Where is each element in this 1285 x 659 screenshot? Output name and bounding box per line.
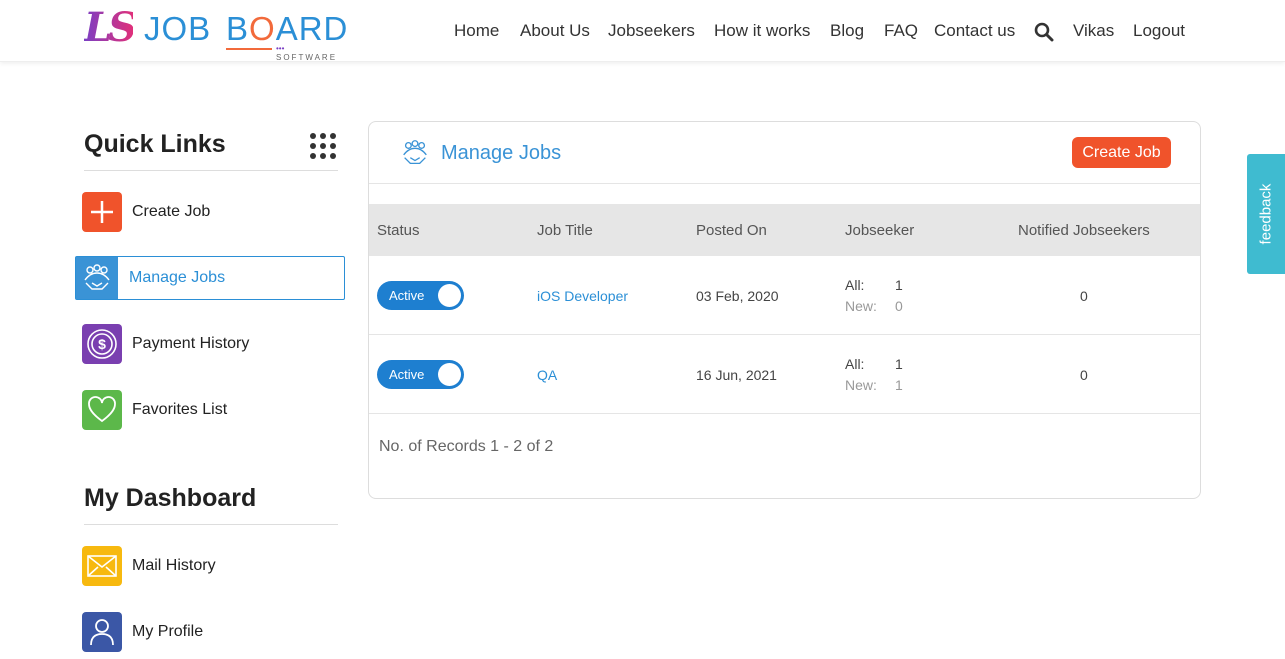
sidebar-item-label: Favorites List [132, 401, 228, 418]
logo-software-text: ••• SOFTWARE [276, 44, 338, 62]
sidebar-item-my-profile[interactable]: My Profile [82, 612, 342, 652]
team-handshake-icon [403, 140, 427, 165]
toggle-knob [438, 284, 461, 307]
jobseeker-all-label: All: [845, 356, 865, 372]
envelope-icon [82, 546, 122, 586]
sidebar-item-favorites-list[interactable]: Favorites List [82, 390, 342, 430]
jobseeker-new-count[interactable]: 0 [895, 298, 903, 314]
status-toggle-label: Active [389, 367, 425, 382]
column-header-status: Status [377, 222, 420, 239]
table-row: Active iOS Developer 03 Feb, 2020 All: 1… [369, 256, 1200, 335]
panel-header: Manage Jobs Create Job [369, 122, 1200, 184]
notified-count: 0 [1080, 367, 1088, 383]
column-header-notified-jobseekers: Notified Jobseekers [1018, 222, 1150, 239]
user-icon [82, 612, 122, 652]
jobseeker-all-label: All: [845, 277, 865, 293]
sidebar-item-label: Payment History [132, 335, 250, 352]
job-title-link[interactable]: QA [537, 367, 557, 383]
column-header-job-title: Job Title [537, 222, 593, 239]
main-nav: Home About Us Jobseekers How it works Bl… [0, 21, 1285, 43]
dashboard-divider [84, 524, 338, 525]
status-toggle[interactable]: Active [377, 360, 464, 389]
records-count: No. of Records 1 - 2 of 2 [379, 438, 554, 455]
sidebar-item-label: My Profile [132, 623, 204, 640]
column-header-jobseeker: Jobseeker [845, 222, 915, 239]
table-row: Active QA 16 Jun, 2021 All: 1 New: 1 0 [369, 335, 1200, 414]
sidebar-item-payment-history[interactable]: $ Payment History [82, 324, 342, 364]
search-icon[interactable] [1034, 22, 1054, 42]
manage-jobs-panel: Manage Jobs Create Job Status Job Title … [368, 121, 1201, 499]
feedback-tab[interactable]: feedback [1247, 154, 1285, 274]
grid-menu-icon[interactable] [310, 133, 336, 159]
jobseeker-new-count[interactable]: 1 [895, 377, 903, 393]
table-header: Status Job Title Posted On Jobseeker Not… [369, 204, 1200, 256]
sidebar-item-label: Create Job [132, 203, 211, 220]
nav-jobseekers[interactable]: Jobseekers [608, 21, 695, 41]
dollar-coin-icon: $ [82, 324, 122, 364]
team-handshake-icon [76, 257, 118, 299]
sidebar-item-label: Mail History [132, 557, 216, 574]
nav-contact-us[interactable]: Contact us [934, 21, 1015, 41]
status-toggle-label: Active [389, 288, 425, 303]
nav-home[interactable]: Home [454, 21, 499, 41]
jobseeker-new-label: New: [845, 377, 877, 393]
jobseeker-new-label: New: [845, 298, 877, 314]
job-title-link[interactable]: iOS Developer [537, 288, 628, 304]
page-title: Manage Jobs [441, 142, 562, 164]
quick-links-divider [84, 170, 338, 171]
plus-icon [82, 192, 122, 232]
status-toggle[interactable]: Active [377, 281, 464, 310]
heart-icon [82, 390, 122, 430]
nav-blog[interactable]: Blog [830, 21, 864, 41]
jobseeker-all-count[interactable]: 1 [895, 277, 903, 293]
nav-user-vikas[interactable]: Vikas [1073, 21, 1114, 41]
sidebar-item-label: Manage Jobs [129, 269, 226, 286]
toggle-knob [438, 363, 461, 386]
my-dashboard-title: My Dashboard [84, 484, 257, 512]
site-header: LS JOB BOARD ••• SOFTWARE Home About Us … [0, 0, 1285, 62]
notified-count: 0 [1080, 288, 1088, 304]
logo-underline [226, 48, 272, 50]
jobseeker-all-count[interactable]: 1 [895, 356, 903, 372]
posted-on-date: 03 Feb, 2020 [696, 288, 779, 304]
nav-how-it-works[interactable]: How it works [714, 21, 810, 41]
nav-logout[interactable]: Logout [1133, 21, 1185, 41]
create-job-button[interactable]: Create Job [1072, 137, 1171, 168]
sidebar-item-mail-history[interactable]: Mail History [82, 546, 342, 586]
feedback-label: feedback [1257, 183, 1275, 245]
quick-links-title: Quick Links [84, 130, 226, 158]
posted-on-date: 16 Jun, 2021 [696, 367, 777, 383]
nav-about-us[interactable]: About Us [520, 21, 590, 41]
svg-text:$: $ [98, 336, 106, 352]
nav-faq[interactable]: FAQ [884, 21, 918, 41]
column-header-posted-on: Posted On [696, 222, 767, 239]
sidebar-item-manage-jobs[interactable]: Manage Jobs [75, 256, 345, 300]
sidebar-item-create-job[interactable]: Create Job [82, 192, 342, 232]
